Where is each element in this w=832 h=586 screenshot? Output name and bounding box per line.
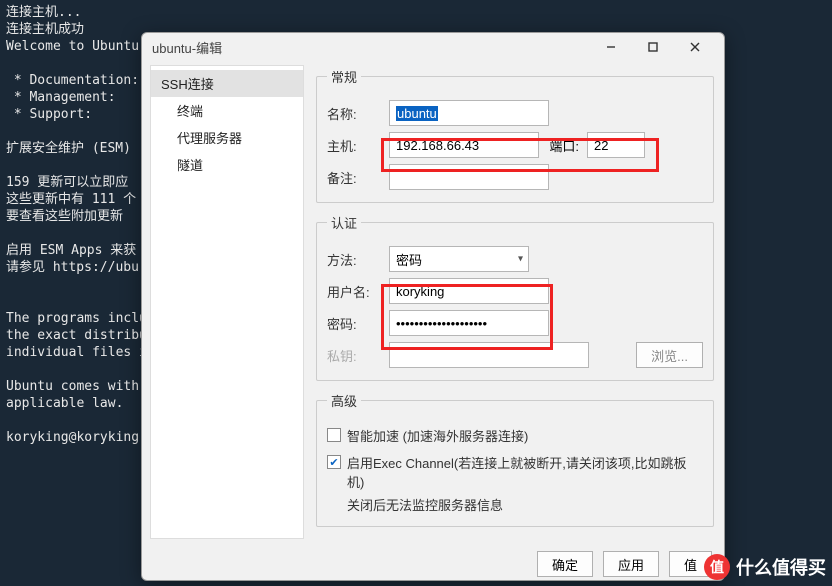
opt1-label: 智能加速 (加速海外服务器连接) <box>347 426 528 445</box>
apply-button[interactable]: 应用 <box>603 551 659 577</box>
name-label: 名称: <box>327 104 385 123</box>
user-label: 用户名: <box>327 282 385 301</box>
opt1-checkbox[interactable] <box>327 428 341 442</box>
dialog-footer: 确定 应用 值 <box>142 543 724 585</box>
maximize-button[interactable] <box>632 33 674 61</box>
ok-button[interactable]: 确定 <box>537 551 593 577</box>
section-auth-legend: 认证 <box>327 213 361 232</box>
method-label: 方法: <box>327 250 385 269</box>
sidebar-item-proxy[interactable]: 代理服务器 <box>151 124 303 151</box>
key-input <box>389 342 589 368</box>
watermark-icon: 值 <box>704 554 730 580</box>
close-button[interactable] <box>674 33 716 61</box>
sidebar-item-terminal[interactable]: 终端 <box>151 97 303 124</box>
browse-button: 浏览... <box>636 342 703 368</box>
opt2-label: 启用Exec Channel(若连接上就被断开,请关闭该项,比如跳板机) <box>347 453 703 491</box>
host-label: 主机: <box>327 136 385 155</box>
sidebar-item-tunnel[interactable]: 隧道 <box>151 151 303 178</box>
opt2-note: 关闭后无法监控服务器信息 <box>347 495 703 514</box>
section-advanced-legend: 高级 <box>327 391 361 410</box>
name-input[interactable]: ubuntu <box>389 100 549 126</box>
method-select[interactable] <box>389 246 529 272</box>
terminal-output: 连接主机... 连接主机成功 Welcome to Ubuntu * Docum… <box>0 0 153 450</box>
remark-label: 备注: <box>327 168 385 187</box>
titlebar[interactable]: ubuntu-编辑 <box>142 33 724 61</box>
edit-dialog: ubuntu-编辑 SSH连接 终端 代理服务器 隧道 常规 名称: ubu <box>141 32 725 581</box>
port-label: 端口: <box>543 136 583 155</box>
minimize-button[interactable] <box>590 33 632 61</box>
host-input[interactable] <box>389 132 539 158</box>
section-advanced: 高级 智能加速 (加速海外服务器连接) ✔ 启用Exec Channel(若连接… <box>316 391 714 527</box>
sidebar: SSH连接 终端 代理服务器 隧道 <box>150 65 304 539</box>
key-label: 私钥: <box>327 346 385 365</box>
watermark-text: 什么值得买 <box>736 554 826 580</box>
port-input[interactable] <box>587 132 645 158</box>
section-auth: 认证 方法: ▾ 用户名: 密码: 私钥: <box>316 213 714 381</box>
section-general: 常规 名称: ubuntu 主机: 端口: 备注: <box>316 67 714 203</box>
watermark: 值 什么值得买 <box>704 554 826 580</box>
user-input[interactable] <box>389 278 549 304</box>
section-general-legend: 常规 <box>327 67 361 86</box>
pass-label: 密码: <box>327 314 385 333</box>
pass-input[interactable] <box>389 310 549 336</box>
opt2-checkbox[interactable]: ✔ <box>327 455 341 469</box>
remark-input[interactable] <box>389 164 549 190</box>
sidebar-item-ssh[interactable]: SSH连接 <box>151 70 303 97</box>
window-title: ubuntu-编辑 <box>152 38 590 57</box>
